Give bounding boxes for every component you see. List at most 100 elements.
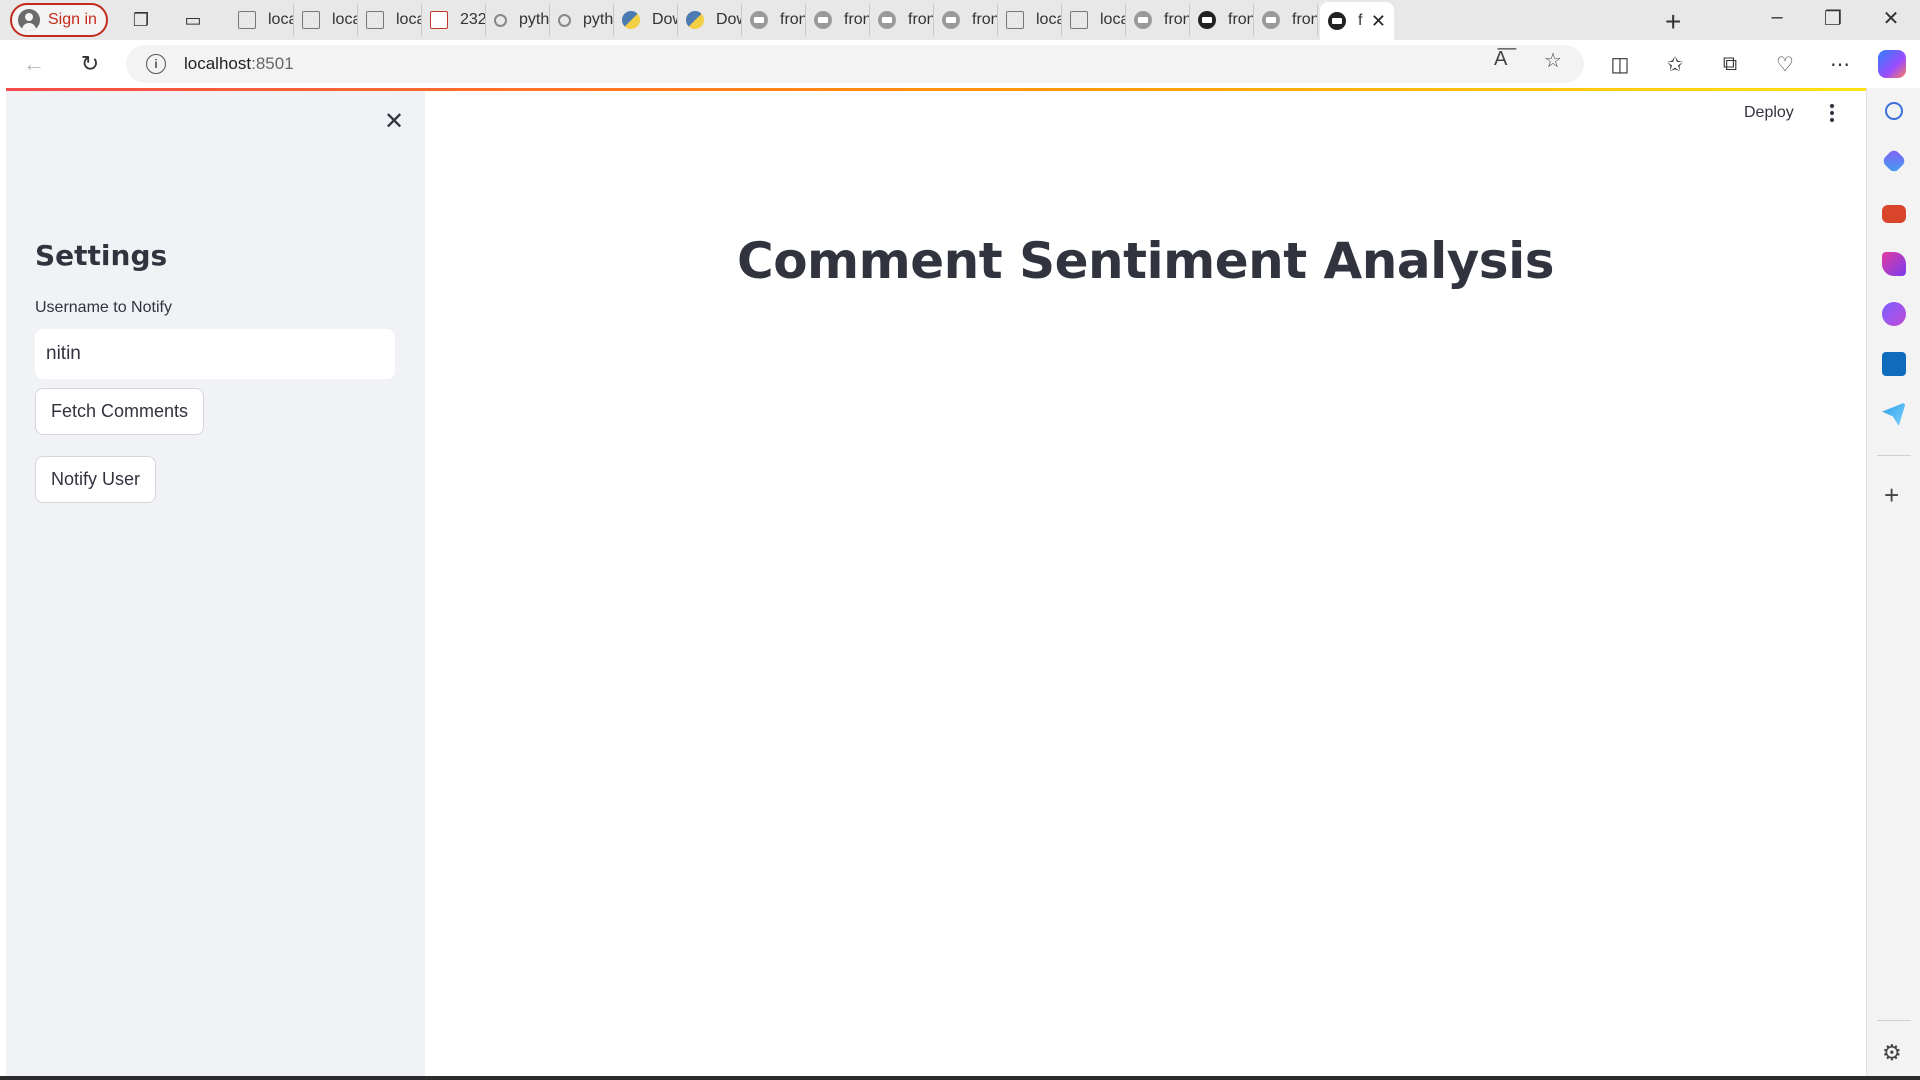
more-menu-icon[interactable]: ⋯ [1826,50,1854,78]
collections-icon[interactable]: ⧉ [1716,50,1744,78]
browser-tab[interactable]: f ✕ [1320,2,1394,40]
streamlit-crown-icon [878,11,896,29]
close-window-button[interactable]: ✕ [1876,6,1906,31]
games-icon[interactable] [1882,252,1906,276]
drop-send-icon[interactable] [1882,402,1906,426]
username-input[interactable] [35,329,395,379]
browser-tab[interactable]: Down [614,4,678,36]
microsoft-365-icon[interactable] [1882,302,1906,326]
sign-in-button[interactable]: Sign in [10,3,108,37]
tab-title: localh [396,11,421,28]
doc-sync-icon [366,11,384,29]
streamlit-crown-icon [1198,11,1216,29]
browser-tab[interactable]: pytho [486,4,550,36]
tab-title: fronte [1164,11,1189,28]
url-host: localhost [184,54,252,73]
username-label: Username to Notify [35,299,172,316]
search-icon [494,13,507,27]
url-port: :8501 [251,54,294,73]
app-menu-icon[interactable] [1826,102,1838,124]
favorite-star-icon[interactable]: ☆ [1544,48,1562,73]
tab-title: Down [652,11,677,28]
sidebar-settings-gear-icon[interactable]: ⚙ [1882,1040,1902,1066]
doc-error-icon [302,11,320,29]
streamlit-crown-icon [1328,12,1346,30]
browser-tab[interactable]: localh [998,4,1062,36]
close-sidebar-icon[interactable]: ✕ [384,107,404,136]
doc-icon [1006,11,1024,29]
app-sidebar: ✕ Settings Username to Notify Fetch Comm… [6,91,425,1076]
notify-user-button[interactable]: Notify User [35,456,157,503]
browser-tab[interactable]: fronte [934,4,998,36]
tab-title: fronte [844,11,869,28]
restore-button[interactable]: ❐ [1818,6,1848,31]
browser-tab[interactable]: localh [358,4,422,36]
edge-sidebar: + ⚙ [1866,88,1920,1080]
sidebar-title: Settings [35,239,168,272]
new-tab-button[interactable]: + [1665,6,1681,38]
back-arrow-icon[interactable]: ← [20,50,48,78]
tab-title: localh [1036,11,1061,28]
tab-title: fronte [1292,11,1317,28]
read-aloud-icon[interactable]: A͞ [1494,48,1507,71]
copilot-icon[interactable] [1878,50,1906,78]
refresh-icon[interactable]: ↻ [76,50,104,78]
search-icon[interactable] [1885,102,1903,120]
browser-tab[interactable]: fronte [1126,4,1190,36]
tab-title: localh [268,11,293,28]
tab-title: pytho [583,11,614,28]
tab-title: fronte [972,11,997,28]
tab-title: fronte [908,11,933,28]
tab-title: fronte [780,11,805,28]
doc-sync-icon [1070,11,1088,29]
address-bar[interactable]: i localhost:8501 [126,45,1584,83]
streamlit-crown-icon [1134,11,1152,29]
browser-tab[interactable]: fronte [1254,4,1318,36]
url-text[interactable]: localhost:8501 [184,54,294,74]
browser-tab[interactable]: fronte [742,4,806,36]
browser-tab[interactable]: localh [294,4,358,36]
address-bar-row: ← ↻ i localhost:8501 A͞ ☆ ◫ ✩ ⧉ ♡ ⋯ [0,40,1920,88]
browser-tab[interactable]: fronte [806,4,870,36]
site-info-icon[interactable]: i [146,54,166,74]
search-icon [558,13,571,27]
page-viewport: ✕ Settings Username to Notify Fetch Comm… [6,88,1866,1076]
tab-actions-icon[interactable]: ▭ [182,9,204,31]
browser-tab[interactable]: localh [1062,4,1126,36]
profile-avatar-icon [18,9,40,31]
add-sidebar-app-icon[interactable]: + [1884,480,1899,511]
streamlit-crown-icon [814,11,832,29]
fetch-comments-button[interactable]: Fetch Comments [35,388,205,435]
streamlit-crown-icon [1262,11,1280,29]
close-tab-icon[interactable]: ✕ [1371,11,1386,32]
minimize-button[interactable]: – [1762,6,1792,29]
split-screen-icon[interactable]: ◫ [1606,50,1634,78]
outlook-icon[interactable] [1882,352,1906,376]
shopping-tag-icon[interactable] [1881,148,1907,174]
browser-tab[interactable]: fronte [870,4,934,36]
deploy-button[interactable]: Deploy [1744,104,1794,122]
tab-title: localh [332,11,357,28]
tab-title: f [1358,12,1363,29]
streamlit-crown-icon [750,11,768,29]
tools-briefcase-icon[interactable] [1882,205,1906,223]
python-icon [622,11,640,29]
page-title: Comment Sentiment Analysis [737,232,1554,290]
browser-tab[interactable]: 2327 [422,4,486,36]
doc-sync-icon [238,11,256,29]
tab-title: localh [1100,11,1125,28]
tab-title: fronte [1228,11,1253,28]
browser-tab[interactable]: localh [230,4,294,36]
sign-in-label: Sign in [48,11,97,28]
python-icon [686,11,704,29]
browser-tab[interactable]: pytho [550,4,614,36]
browser-tab[interactable]: Down [678,4,742,36]
browser-essentials-icon[interactable]: ♡ [1771,50,1799,78]
rail-divider-bottom [1877,1020,1911,1021]
streamlit-crown-icon [942,11,960,29]
workspaces-icon[interactable]: ❐ [130,9,152,31]
favorites-icon[interactable]: ✩ [1661,50,1689,78]
browser-tab[interactable]: fronte [1190,4,1254,36]
tab-title: Down [716,11,741,28]
tab-title: 2327 [460,11,486,28]
